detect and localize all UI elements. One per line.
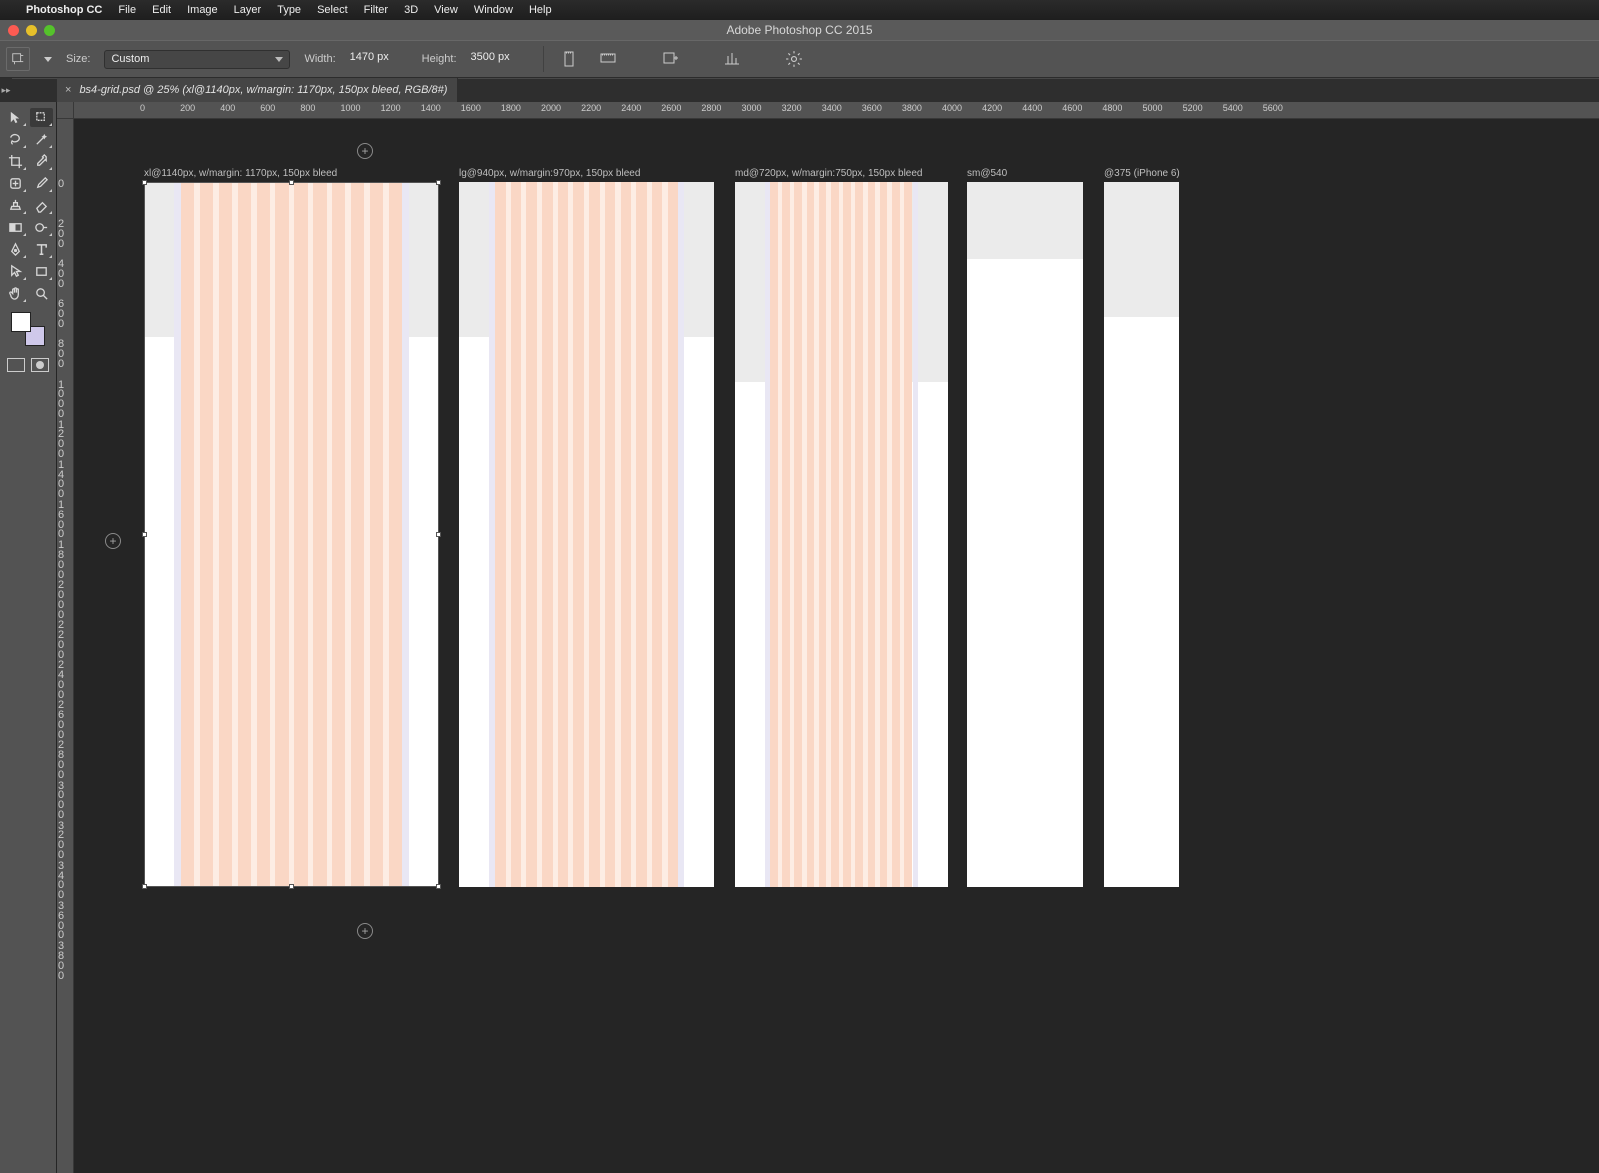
add-artboard-left-button[interactable]: + (105, 533, 121, 549)
menu-help[interactable]: Help (529, 4, 552, 16)
document-tab[interactable]: × bs4-grid.psd @ 25% (xl@1140px, w/margi… (57, 78, 458, 102)
menu-select[interactable]: Select (317, 4, 348, 16)
pen-tool[interactable] (4, 240, 27, 259)
quickmask-mode-button[interactable] (31, 358, 49, 372)
add-artboard-top-button[interactable]: + (357, 143, 373, 159)
horizontal-ruler[interactable]: 0200400600800100012001400160018002000220… (74, 102, 1599, 119)
portrait-orientation-button[interactable] (558, 48, 582, 70)
toolbox-collapse-toggle[interactable]: ▸▸ (0, 78, 12, 102)
app-menu[interactable]: Photoshop CC (26, 4, 102, 16)
window-minimize-button[interactable] (26, 25, 37, 36)
zoom-tool[interactable] (30, 284, 53, 303)
artboard-lg[interactable]: lg@940px, w/margin:970px, 150px bleed (459, 182, 714, 887)
size-select-value: Custom (111, 53, 149, 65)
artboard-label[interactable]: xl@1140px, w/margin: 1170px, 150px bleed (144, 168, 337, 179)
document-tab-strip: ▸▸ × bs4-grid.psd @ 25% (xl@1140px, w/ma… (0, 78, 1599, 102)
mac-menu-bar: Photoshop CC File Edit Image Layer Type … (0, 0, 1599, 20)
menu-3d[interactable]: 3D (404, 4, 418, 16)
selection-outline (144, 182, 439, 887)
standard-mode-button[interactable] (7, 358, 25, 372)
ruler-origin[interactable] (57, 102, 74, 119)
align-button[interactable] (720, 48, 744, 70)
crop-tool[interactable] (4, 152, 27, 171)
rectangle-tool[interactable] (30, 262, 53, 281)
menu-image[interactable]: Image (187, 4, 218, 16)
lasso-tool[interactable] (4, 130, 27, 149)
separator (543, 46, 544, 72)
artboard-tool[interactable] (30, 108, 53, 127)
size-select[interactable]: Custom (104, 50, 290, 69)
options-bar: Size: Custom Width: 1470 px Height: 3500… (0, 40, 1599, 78)
add-artboard-bottom-button[interactable]: + (357, 923, 373, 939)
landscape-orientation-button[interactable] (596, 48, 620, 70)
chevron-down-icon (275, 57, 283, 62)
menu-view[interactable]: View (434, 4, 458, 16)
toolbox (0, 102, 57, 1173)
document-tab-title: bs4-grid.psd @ 25% (xl@1140px, w/margin:… (79, 84, 447, 96)
height-label: Height: (422, 53, 457, 65)
eyedropper-tool[interactable] (30, 152, 53, 171)
window-titlebar[interactable]: Adobe Photoshop CC 2015 (0, 20, 1599, 40)
document-area: 0200400600800100012001400160018002000220… (57, 102, 1599, 1173)
menu-edit[interactable]: Edit (152, 4, 171, 16)
clone-stamp-tool[interactable] (4, 196, 27, 215)
size-label: Size: (66, 53, 90, 65)
menu-file[interactable]: File (118, 4, 136, 16)
menu-window[interactable]: Window (474, 4, 513, 16)
height-field[interactable]: 3500 px (471, 51, 529, 68)
width-label: Width: (304, 53, 335, 65)
window-controls (0, 25, 55, 36)
settings-button[interactable] (782, 48, 806, 70)
artboard-sm[interactable]: sm@540 (967, 182, 1083, 887)
add-artboard-button[interactable] (658, 48, 682, 70)
artboard-label[interactable]: @375 (iPhone 6) (1104, 168, 1180, 179)
move-tool[interactable] (4, 108, 27, 127)
artboard-label[interactable]: sm@540 (967, 168, 1007, 179)
brush-tool[interactable] (30, 174, 53, 193)
color-swatches[interactable] (11, 312, 45, 346)
window-zoom-button[interactable] (44, 25, 55, 36)
type-tool[interactable] (30, 240, 53, 259)
close-tab-icon[interactable]: × (65, 84, 71, 96)
workspace: 0200400600800100012001400160018002000220… (0, 102, 1599, 1173)
current-tool-icon[interactable] (6, 47, 30, 71)
artboard-label[interactable]: md@720px, w/margin:750px, 150px bleed (735, 168, 923, 179)
tool-preset-dropdown-icon[interactable] (44, 57, 52, 62)
healing-brush-tool[interactable] (4, 174, 27, 193)
eraser-tool[interactable] (30, 196, 53, 215)
hand-tool[interactable] (4, 284, 27, 303)
gradient-tool[interactable] (4, 218, 27, 237)
magic-wand-tool[interactable] (30, 130, 53, 149)
menu-layer[interactable]: Layer (234, 4, 262, 16)
menu-type[interactable]: Type (277, 4, 301, 16)
width-field[interactable]: 1470 px (350, 51, 408, 68)
artboard-label[interactable]: lg@940px, w/margin:970px, 150px bleed (459, 168, 640, 179)
canvas[interactable]: + + + xl@1140px, w/margin: 1170px, 150px… (74, 119, 1599, 1173)
path-select-tool[interactable] (4, 262, 27, 281)
dodge-tool[interactable] (30, 218, 53, 237)
foreground-color-swatch[interactable] (11, 312, 31, 332)
menu-filter[interactable]: Filter (364, 4, 388, 16)
vertical-ruler[interactable]: 0200400600800100012001400160018002000220… (57, 119, 74, 1173)
artboard-xs[interactable]: @375 (iPhone 6) (1104, 182, 1179, 887)
gear-icon (785, 50, 803, 68)
artboard-md[interactable]: md@720px, w/margin:750px, 150px bleed (735, 182, 948, 887)
window-title: Adobe Photoshop CC 2015 (0, 23, 1599, 37)
window-close-button[interactable] (8, 25, 19, 36)
